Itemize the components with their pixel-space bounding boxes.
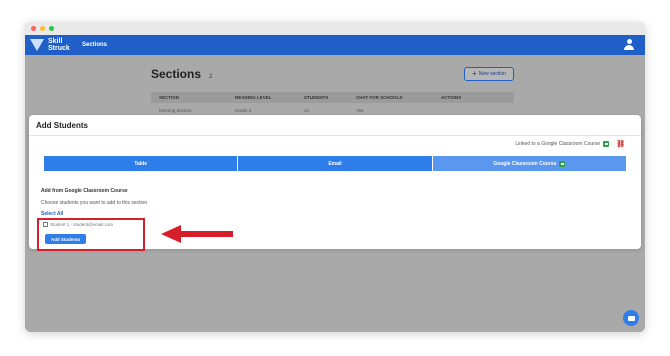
- student-checkbox[interactable]: [43, 222, 48, 227]
- browser-window: Skill Struck Sections Sections 2 + New s…: [25, 22, 645, 332]
- column-header-chat: CHAT FOR SCHOOLS: [356, 95, 403, 100]
- table-cell: Grade 3: [235, 108, 252, 113]
- window-titlebar: [25, 22, 645, 35]
- tab-google-classroom-label: Google Classroom Course: [493, 160, 557, 167]
- page-title: Sections: [151, 67, 202, 81]
- logo-mark-icon: [30, 39, 44, 51]
- minimize-window-dot[interactable]: [40, 26, 45, 31]
- select-all-link[interactable]: Select All: [41, 211, 63, 217]
- top-navbar: Skill Struck Sections: [25, 35, 645, 55]
- column-header-actions: ACTIONS: [441, 95, 462, 100]
- student-list-item[interactable]: Student 1 - student@email.com: [43, 222, 113, 227]
- table-cell: Morning Section: [159, 108, 192, 113]
- modal-title: Add Students: [36, 121, 88, 130]
- add-method-tabs: Table Email Google Classroom Course: [44, 156, 626, 171]
- unlink-icon[interactable]: ⛓: [616, 140, 625, 148]
- table-cell: 12: [304, 108, 310, 113]
- add-students-modal: Add Students Linked to a Google Classroo…: [29, 115, 641, 251]
- add-students-button[interactable]: Add Students: [45, 234, 86, 244]
- google-classroom-icon: [603, 141, 610, 147]
- table-cell: Yes: [356, 108, 364, 113]
- modal-divider: [29, 135, 641, 136]
- add-students-button-label: Add Students: [50, 236, 81, 242]
- callout-arrow-icon: [161, 225, 233, 243]
- tab-table-label: Table: [134, 160, 148, 167]
- tab-table[interactable]: Table: [44, 156, 239, 171]
- sections-count: 2: [209, 74, 213, 80]
- new-section-label: New section: [478, 71, 506, 77]
- google-classroom-icon: [559, 160, 566, 167]
- nav-link-sections[interactable]: Sections: [82, 42, 107, 48]
- user-account-icon[interactable]: [624, 39, 634, 50]
- table-row[interactable]: Morning Section Grade 3 12 Yes: [151, 105, 514, 114]
- maximize-window-dot[interactable]: [49, 26, 54, 31]
- tab-email-label: Email: [328, 160, 342, 167]
- plus-icon: +: [472, 69, 477, 78]
- column-header-students: STUDENTS: [304, 95, 329, 100]
- sections-table-header: SECTION READING LEVEL STUDENTS CHAT FOR …: [151, 92, 514, 103]
- chat-icon: [627, 315, 635, 321]
- logo-text: Skill Struck: [48, 38, 70, 52]
- new-section-button[interactable]: + New section: [464, 67, 514, 81]
- tab-email[interactable]: Email: [238, 156, 433, 171]
- google-classroom-section-label: Add from Google Classroom Course: [41, 188, 128, 194]
- column-header-reading-level: READING LEVEL: [235, 95, 272, 100]
- tab-google-classroom[interactable]: Google Classroom Course: [432, 156, 626, 171]
- sections-header: Sections 2: [151, 67, 212, 81]
- section-help-text: Choose students you want to add to this …: [41, 200, 148, 206]
- linked-course-text: Linked to a Google Classroom Course: [515, 141, 601, 147]
- chat-support-button[interactable]: [623, 310, 639, 326]
- linked-course-indicator: Linked to a Google Classroom Course ⛓: [515, 140, 625, 148]
- close-window-dot[interactable]: [31, 26, 36, 31]
- column-header-section: SECTION: [159, 95, 180, 100]
- app-logo[interactable]: Skill Struck: [30, 38, 74, 52]
- student-label: Student 1 - student@email.com: [50, 222, 114, 227]
